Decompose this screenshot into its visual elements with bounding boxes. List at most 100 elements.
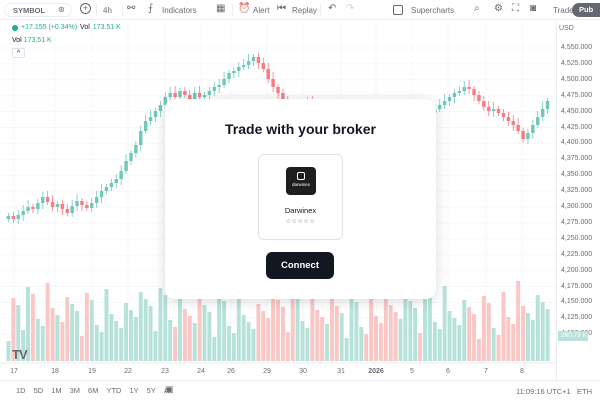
volume-bar	[349, 295, 354, 361]
volume-bar	[462, 300, 467, 361]
volume-bar	[315, 310, 320, 361]
volume-bar	[227, 326, 231, 361]
volume-bar	[300, 321, 305, 361]
time-tick: 29	[263, 368, 271, 375]
range-button-6m[interactable]: 6M	[84, 386, 102, 395]
range-button-1d[interactable]: 1D	[12, 386, 30, 395]
volume-bar	[530, 320, 535, 361]
currency-label[interactable]: USD	[559, 25, 574, 32]
templates-icon[interactable]: ▦	[216, 3, 225, 14]
volume-bar	[60, 322, 65, 361]
time-tick: 18	[51, 368, 59, 375]
tradingview-logo[interactable]: TV	[12, 347, 28, 362]
price-tick: 4,150.000	[561, 298, 593, 306]
candle	[139, 131, 143, 145]
supercharts-label[interactable]: Supercharts	[411, 6, 454, 15]
candle	[237, 67, 241, 71]
range-button-ytd[interactable]: YTD	[102, 386, 125, 395]
volume-bar	[70, 304, 75, 361]
volume-bar	[457, 325, 462, 361]
candle	[21, 211, 25, 215]
range-button-1y[interactable]: 1Y	[125, 386, 142, 395]
fullscreen-icon[interactable]: ⛶	[512, 3, 519, 14]
range-button-3m[interactable]: 3M	[66, 386, 84, 395]
volume-bar	[35, 319, 40, 361]
price-tick: 4,275.000	[561, 218, 593, 226]
candle	[452, 93, 457, 97]
indicators-button[interactable]: Indicators	[162, 6, 197, 15]
volume-bar	[222, 301, 227, 361]
volume-bar	[231, 333, 236, 361]
time-tick: 5	[410, 368, 414, 375]
volume-bar	[290, 289, 295, 361]
alert-icon[interactable]: ⏰	[238, 3, 250, 14]
volume-bar	[437, 329, 442, 361]
candle	[75, 201, 79, 206]
trade-button[interactable]: Trade	[553, 6, 574, 15]
compare-icon[interactable]: ⚯	[127, 3, 135, 14]
volume-bar	[364, 334, 369, 361]
publish-button[interactable]: Pub	[572, 3, 600, 17]
volume-bar	[182, 309, 187, 361]
time-tick: 17	[10, 368, 18, 375]
volume-bar	[339, 313, 344, 361]
candle	[536, 117, 540, 125]
price-tick: 4,475.000	[561, 91, 593, 99]
redo-icon[interactable]: ↷	[346, 3, 354, 14]
symbol-short[interactable]: ETH	[577, 387, 592, 396]
candle	[153, 111, 158, 117]
volume-bar	[94, 325, 99, 361]
add-symbol-icon[interactable]: +	[80, 3, 91, 14]
layout-checkbox-icon[interactable]	[393, 5, 403, 15]
broker-modal: Trade with your broker darwinex Darwinex…	[165, 99, 436, 299]
volume-bar	[89, 300, 94, 361]
volume-bar	[329, 299, 334, 361]
vol-label-inline: Vol	[80, 24, 90, 31]
range-button-5d[interactable]: 5D	[30, 386, 48, 395]
volume-bar	[516, 281, 521, 361]
replay-button[interactable]: Replay	[292, 6, 317, 15]
time-tick: 22	[124, 368, 132, 375]
candle	[261, 63, 266, 69]
replay-icon[interactable]: ⏮	[277, 3, 286, 14]
collapse-legend-button[interactable]: ^	[12, 48, 25, 58]
volume-bar	[378, 323, 383, 361]
price-tick: 4,375.000	[561, 155, 593, 163]
volume-bar	[80, 336, 84, 361]
calendar-icon[interactable]: ▣	[165, 384, 174, 395]
clock-time[interactable]: 11:09:16 UTC+1	[516, 387, 571, 396]
price-scale[interactable]: 4,550.000 4,525.000 4,500.000 4,475.000 4,45…	[556, 21, 600, 380]
volume-bar	[432, 322, 437, 361]
volume-bar	[65, 297, 70, 361]
indicators-icon[interactable]: ⨍	[148, 3, 153, 14]
link-icon[interactable]: ⊛	[58, 5, 65, 14]
connect-button[interactable]: Connect	[266, 252, 334, 279]
camera-icon[interactable]: ◙	[530, 3, 536, 14]
candle	[217, 85, 221, 87]
broker-rating-stars: ☆☆☆☆☆	[285, 219, 316, 225]
volume-bar	[104, 289, 109, 361]
undo-icon[interactable]: ↶	[328, 3, 336, 14]
interval-button[interactable]: 4h	[103, 6, 112, 15]
range-button-1m[interactable]: 1M	[47, 386, 65, 395]
settings-icon[interactable]: ⚙	[494, 3, 503, 14]
volume-bar	[217, 294, 222, 361]
alert-button[interactable]: Alert	[253, 6, 269, 15]
candle	[60, 204, 65, 209]
candle	[232, 71, 236, 73]
volume-bar	[143, 299, 148, 361]
volume-bar	[124, 303, 129, 361]
volume-bar	[207, 312, 212, 361]
volume-bar	[320, 317, 325, 361]
range-button-5y[interactable]: 5Y	[143, 386, 160, 395]
candle	[94, 197, 99, 203]
price-tick: 4,175.000	[561, 282, 593, 290]
broker-card-darwinex[interactable]: darwinex Darwinex ☆☆☆☆☆	[258, 154, 343, 240]
quick-search-icon[interactable]: ⌕	[474, 3, 480, 14]
candle	[276, 87, 280, 93]
volume-bar	[212, 337, 217, 361]
volume-bar	[540, 302, 545, 361]
candle	[477, 95, 481, 101]
market-status-icon[interactable]	[12, 24, 18, 31]
candle	[521, 131, 525, 139]
